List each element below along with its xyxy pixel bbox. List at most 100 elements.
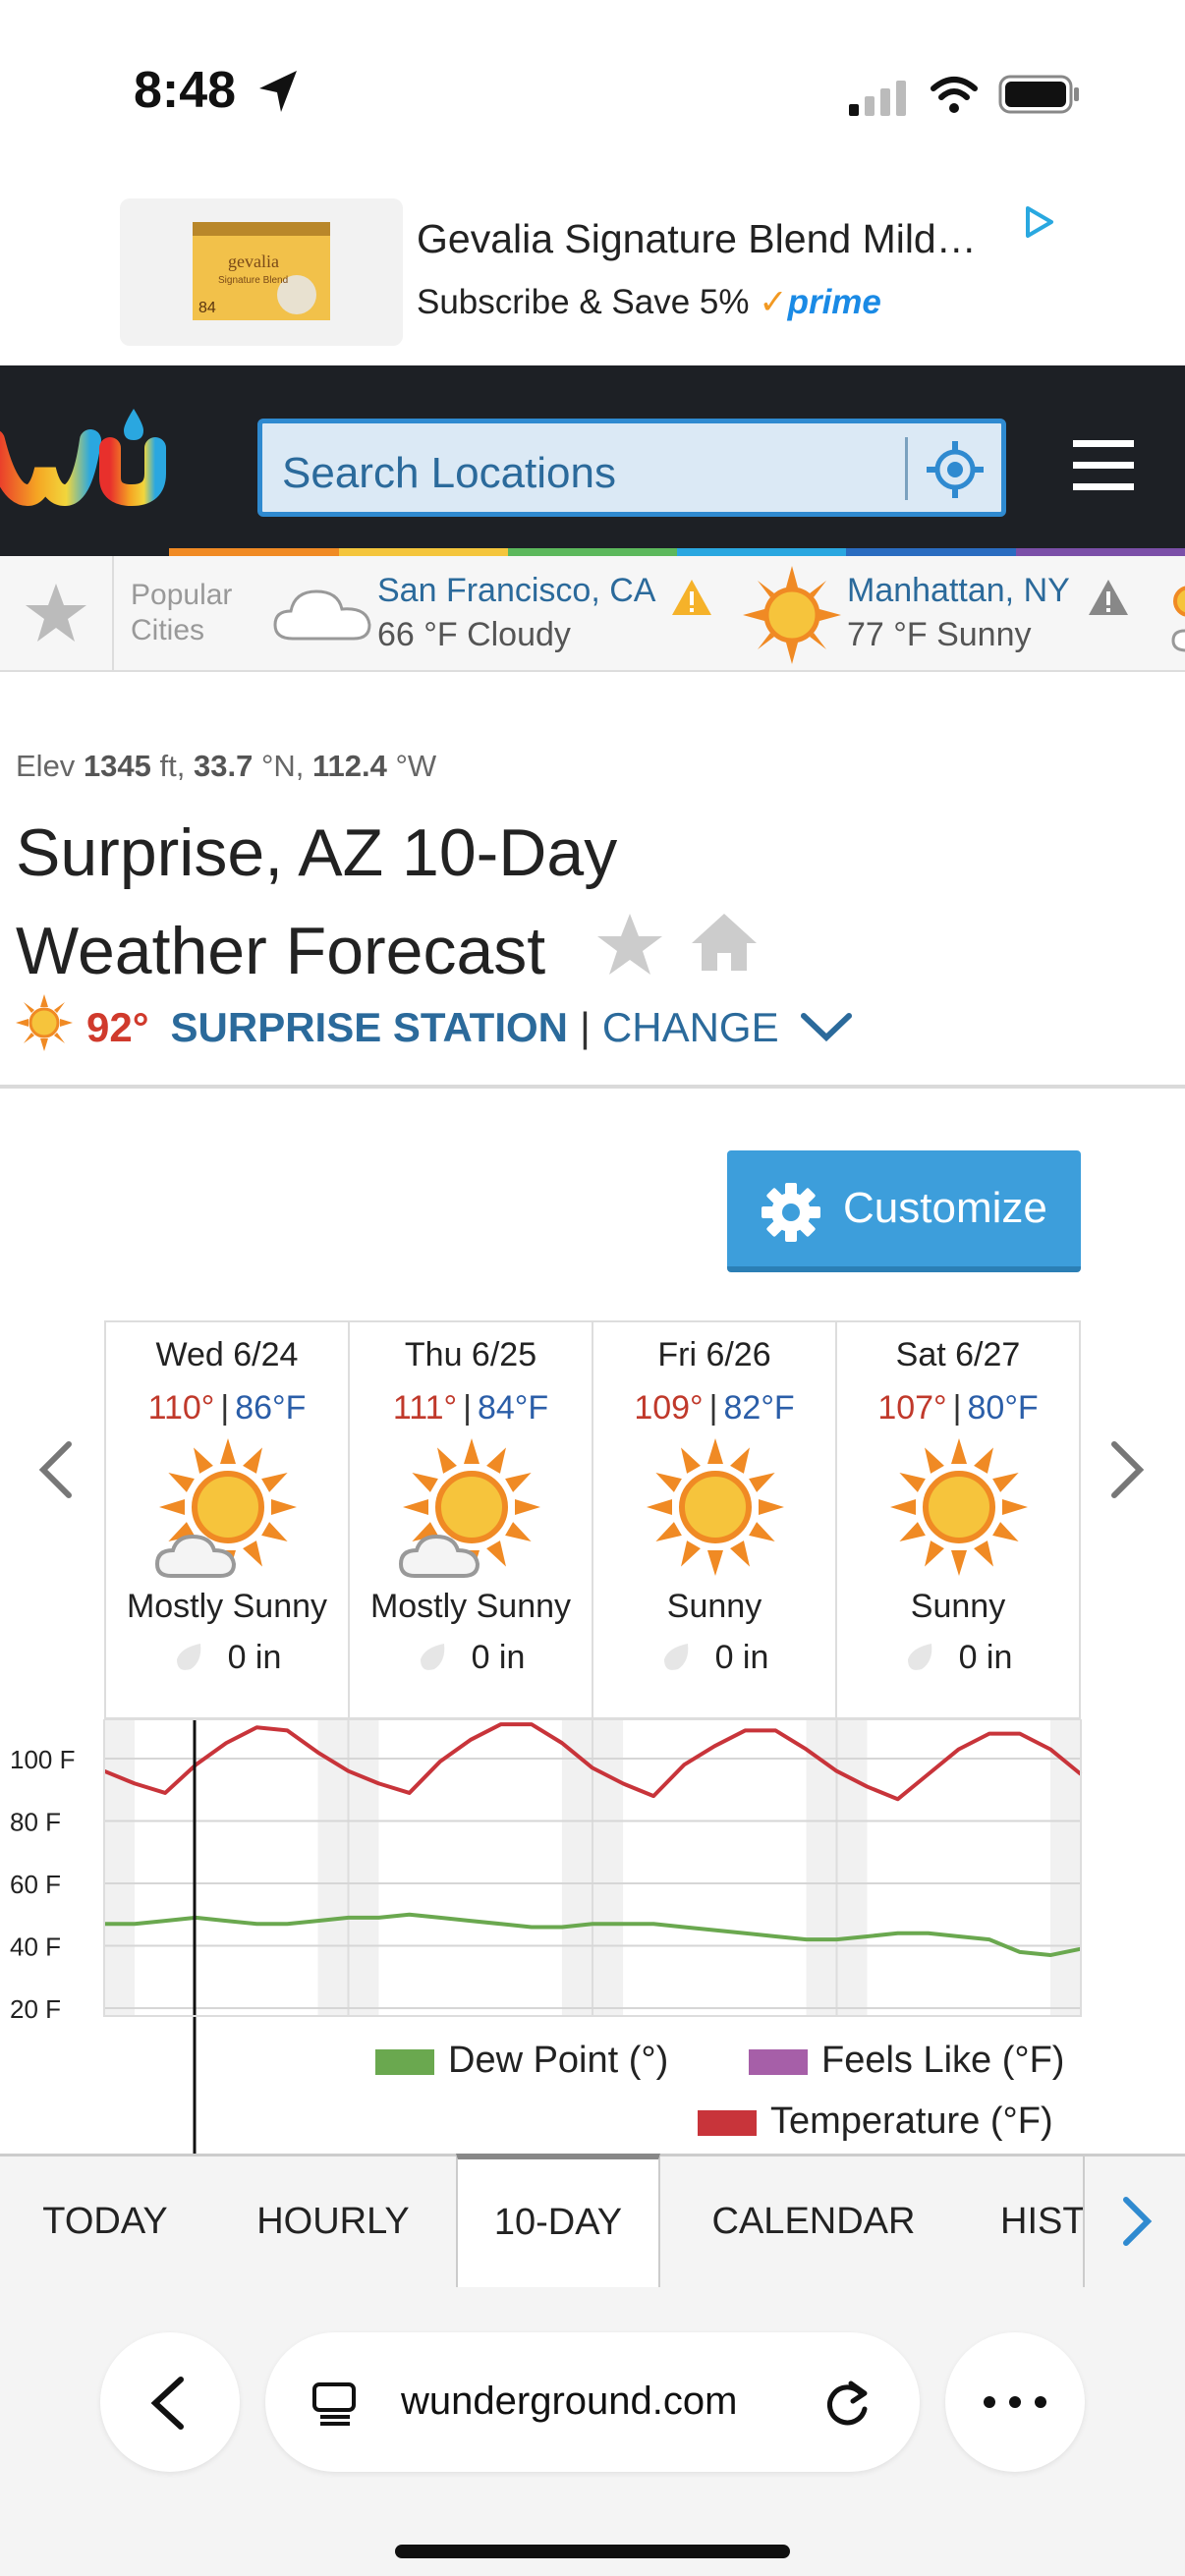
wu-logo[interactable]	[0, 401, 173, 509]
home-indicator	[395, 2545, 790, 2558]
raindrop-icon	[420, 1644, 444, 1670]
customize-button[interactable]: Customize	[727, 1150, 1081, 1272]
sun-icon	[890, 1438, 1028, 1576]
day-low: 80	[967, 1389, 1005, 1427]
legend-label: Temperature (°F)	[770, 2100, 1053, 2142]
search-box[interactable]: Search Locations	[257, 419, 1006, 517]
day-temps: 111° | 84°F	[350, 1389, 592, 1428]
station-name[interactable]: SURPRISE STATION	[171, 1004, 568, 1050]
search-input[interactable]: Search Locations	[282, 449, 616, 498]
back-button[interactable]	[100, 2332, 240, 2472]
gear-icon	[762, 1183, 820, 1242]
locate-me-icon[interactable]	[925, 439, 986, 500]
signal-icon	[849, 81, 906, 116]
hamburger-menu-icon[interactable]	[1073, 440, 1134, 491]
tab-calendar[interactable]: CALENDAR	[660, 2156, 967, 2287]
ad-subtitle[interactable]: Subscribe & Save 5% ✓prime	[417, 283, 881, 322]
prev-days-arrow[interactable]	[35, 1436, 75, 1515]
temp-separator: |	[952, 1389, 962, 1427]
sun-icon	[647, 1438, 784, 1576]
y-tick-label: 20 F	[10, 1994, 61, 2024]
day-date: Sat 6/27	[895, 1336, 1021, 1373]
chevron-down-icon[interactable]	[800, 1012, 853, 1043]
warning-icon[interactable]	[1087, 578, 1130, 617]
home-icon[interactable]	[690, 912, 759, 973]
location-arrow-icon	[259, 71, 297, 112]
y-tick-label: 60 F	[10, 1870, 61, 1899]
wifi-icon	[931, 77, 978, 113]
page-title: Surprise, AZ 10-Day Weather Forecast	[16, 804, 617, 1000]
city-conditions: 77 °F Sunny	[847, 616, 1032, 653]
lon-value: 112.4	[312, 749, 387, 783]
status-bar: 8:48	[0, 0, 1185, 187]
legend-temperature[interactable]: Temperature (°F)	[698, 2100, 1053, 2143]
favorite-star-icon[interactable]	[595, 912, 664, 977]
legend-dew-point[interactable]: Dew Point (°)	[375, 2040, 668, 2082]
day-unit: °F	[514, 1389, 549, 1427]
ad-product-image[interactable]: gevalia Signature Blend 84	[120, 198, 403, 346]
tab-10-day[interactable]: 10-DAY	[456, 2154, 660, 2287]
temp-separator: |	[708, 1389, 718, 1427]
forecast-day[interactable]: Thu 6/25 111° | 84°F Mostly Sunny 0 in	[350, 1322, 593, 1717]
city-conditions: 66 °F Cloudy	[377, 616, 571, 653]
warning-icon[interactable]	[670, 578, 713, 617]
temp-separator: |	[220, 1389, 230, 1427]
legend-label: Dew Point (°)	[448, 2040, 669, 2081]
elev-label: Elev	[16, 749, 76, 783]
forecast-day[interactable]: Sat 6/27 107° | 80°F Sunny 0 in	[837, 1322, 1079, 1717]
day-temps: 109° | 82°F	[593, 1389, 835, 1428]
change-station-button[interactable]: CHANGE	[602, 1004, 779, 1050]
url-text[interactable]: wunderground.com	[401, 2380, 737, 2424]
elev-value: 1345	[83, 749, 151, 783]
lon-unit: °W	[395, 749, 437, 783]
next-days-arrow[interactable]	[1108, 1436, 1148, 1515]
prime-label: prime	[787, 283, 881, 321]
sun-icon	[16, 994, 73, 1051]
status-time: 8:48	[134, 62, 237, 119]
browser-toolbar: wunderground.com	[0, 2287, 1185, 2576]
more-options-button[interactable]	[945, 2332, 1085, 2472]
tabs-icon	[312, 2382, 356, 2426]
day-precip: 0 in	[350, 1639, 592, 1677]
day-condition: Sunny	[910, 1588, 1006, 1625]
legend-label: Feels Like (°F)	[821, 2040, 1065, 2081]
adchoices-icon[interactable]	[1022, 204, 1055, 240]
tabs-next-button[interactable]	[1083, 2156, 1185, 2287]
forecast-day[interactable]: Wed 6/24 110° | 86°F Mostly Sunny 0 in	[106, 1322, 350, 1717]
legend-swatch	[698, 2109, 757, 2136]
city-san-francisco[interactable]: San Francisco, CA 66 °F Cloudy	[377, 572, 655, 654]
current-temp: 92°	[86, 1004, 149, 1050]
reload-icon[interactable]	[821, 2380, 873, 2431]
package-brand: gevalia	[228, 252, 279, 271]
raindrop-icon	[907, 1644, 931, 1670]
day-low: 84	[477, 1389, 515, 1427]
title-line1: Surprise, AZ 10-Day	[16, 815, 618, 890]
package-sub: Signature Blend	[218, 275, 288, 286]
ad-subtitle-text: Subscribe & Save 5%	[417, 283, 750, 321]
city-manhattan[interactable]: Manhattan, NY 77 °F Sunny	[847, 572, 1070, 654]
y-tick-label: 80 F	[10, 1808, 61, 1837]
forecast-day[interactable]: Fri 6/26 109° | 82°F Sunny 0 in	[593, 1322, 837, 1717]
temp-separator: |	[463, 1389, 472, 1427]
y-tick-label: 100 F	[10, 1745, 76, 1774]
url-bar[interactable]: wunderground.com	[265, 2332, 920, 2472]
ad-title[interactable]: Gevalia Signature Blend Mild…	[417, 216, 977, 262]
sun-cloud-icon	[399, 1438, 540, 1578]
legend-feels-like[interactable]: Feels Like (°F)	[749, 2040, 1064, 2082]
lat-unit: °N,	[260, 749, 305, 783]
favorites-button[interactable]	[0, 556, 114, 670]
forecast-chart: 100 F 80 F 60 F 40 F 20 F Dew Point (°) Feel…	[0, 1690, 1185, 2154]
day-precip: 0 in	[106, 1639, 348, 1677]
tab-today[interactable]: TODAY	[0, 2156, 210, 2287]
tab-hourly[interactable]: HOURLY	[210, 2156, 456, 2287]
legend-swatch	[749, 2048, 808, 2075]
ad-banner[interactable]: gevalia Signature Blend 84 Gevalia Signa…	[0, 187, 1185, 365]
legend-swatch	[375, 2048, 434, 2075]
customize-label: Customize	[843, 1184, 1047, 1232]
day-precip-value: 0 in	[714, 1639, 769, 1676]
city-name[interactable]: San Francisco, CA	[377, 572, 655, 610]
tab-history[interactable]: HIST	[967, 2156, 1085, 2287]
day-high: 110°	[147, 1389, 215, 1427]
city-name[interactable]: Manhattan, NY	[847, 572, 1070, 610]
raindrop-icon	[663, 1644, 688, 1670]
